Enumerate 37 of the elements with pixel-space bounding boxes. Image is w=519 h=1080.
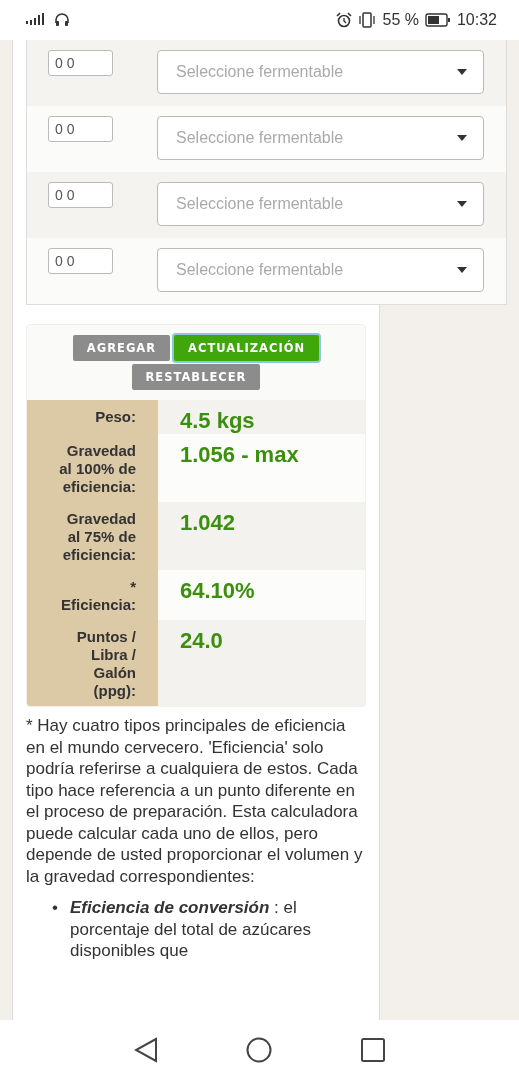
result-label: Puntos / Libra / Galón (ppg):	[27, 620, 158, 706]
fermentable-select[interactable]: Seleccione fermentable	[157, 50, 484, 94]
amount-field[interactable]: 0 0	[48, 116, 113, 142]
fermentable-select[interactable]: Seleccione fermentable	[157, 248, 484, 292]
clock: 10:32	[456, 11, 497, 29]
result-label: Peso:	[27, 400, 158, 434]
result-value: 1.056 - max	[179, 441, 299, 469]
result-value: 1.042	[179, 509, 236, 537]
action-button[interactable]: AGREGAR	[72, 335, 171, 361]
vibrate-icon	[358, 12, 377, 28]
bullet-marker: •	[52, 897, 59, 919]
result-value: 24.0	[179, 627, 223, 655]
efficiency-note: * Hay cuatro tipos principales de eficiencia en el mundo cervecero. 'Eficiencia' solo podría referirse a cualquiera de estos. Cada tipo hace referencia a un punto diferente en el proceso de preparación. Esta calculadora puede calcular cada uno de ellos, pero depende de usted proporcionar el volumen y la gravedad correspondientes:	[26, 715, 364, 887]
action-button[interactable]: ACTUALIZACIÓN	[174, 335, 320, 361]
result-label: Gravedad al 100% de eficiencia:	[27, 434, 158, 502]
caret-icon	[457, 69, 467, 75]
amount-field[interactable]: 0 0	[48, 248, 113, 274]
result-label: * Eficiencia:	[27, 570, 158, 620]
home-icon[interactable]	[246, 1037, 273, 1063]
recents-icon[interactable]	[360, 1038, 385, 1062]
headset-icon	[54, 12, 70, 28]
battery-icon	[424, 13, 451, 27]
back-icon[interactable]	[134, 1037, 159, 1063]
result-value: 4.5 kgs	[179, 407, 255, 434]
action-button[interactable]: RESTABLECER	[131, 364, 261, 390]
battery-percent: 55 %	[382, 11, 419, 29]
bullet-item: Eficiencia de conversión : el porcentaje del total de azúcares disponibles que	[70, 897, 312, 962]
result-value: 64.10%	[179, 577, 255, 605]
caret-icon	[457, 135, 467, 141]
amount-field[interactable]: 0 0	[48, 50, 113, 76]
fermentable-select[interactable]: Seleccione fermentable	[157, 116, 484, 160]
alarm-icon	[336, 12, 353, 28]
fermentable-select[interactable]: Seleccione fermentable	[157, 182, 484, 226]
caret-icon	[457, 267, 467, 273]
result-label: Gravedad al 75% de eficiencia:	[27, 502, 158, 570]
amount-field[interactable]: 0 0	[48, 182, 113, 208]
caret-icon	[457, 201, 467, 207]
